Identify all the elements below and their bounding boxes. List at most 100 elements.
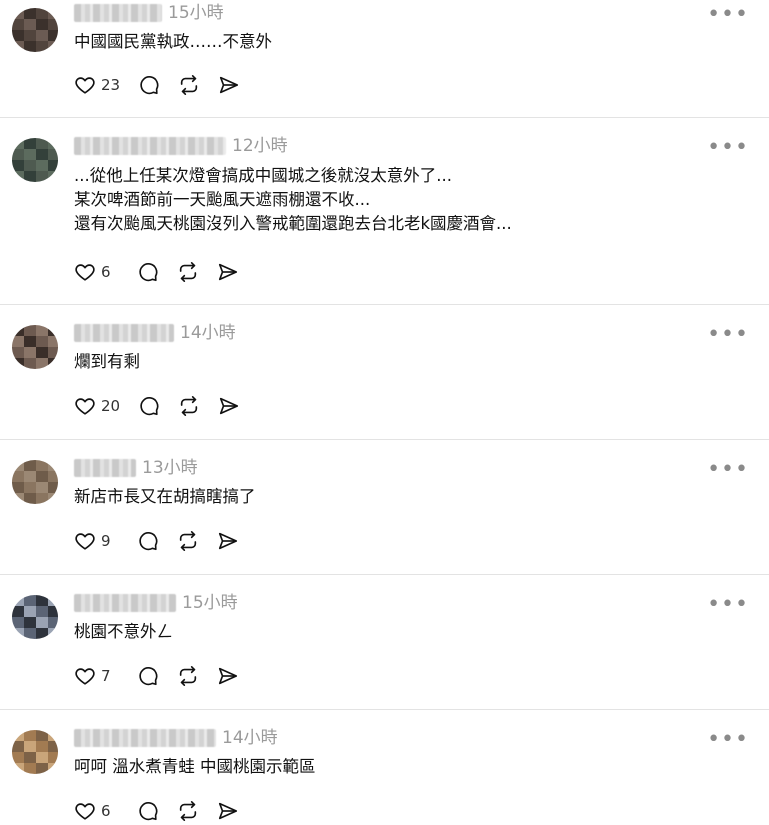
action-bar: 9 <box>74 529 257 553</box>
repost-button[interactable] <box>177 261 199 283</box>
username-blurred[interactable] <box>74 594 176 612</box>
reply-button[interactable] <box>137 665 159 687</box>
timestamp: 13小時 <box>142 458 198 478</box>
avatar-pixel <box>12 493 24 504</box>
comment-icon <box>140 76 159 95</box>
avatar-pixel <box>24 763 36 774</box>
avatar-pixel <box>48 763 58 774</box>
share-button[interactable] <box>217 530 239 552</box>
timestamp: 14小時 <box>180 323 236 343</box>
reply-button[interactable] <box>137 530 159 552</box>
timestamp: 15小時 <box>182 593 238 613</box>
more-options-icon[interactable]: ••• <box>707 459 749 481</box>
avatar-pixel <box>12 171 24 182</box>
reply-post: 14小時 ••• 爛到有剩 20 <box>0 305 769 440</box>
repost-button[interactable] <box>178 395 200 417</box>
share-button[interactable] <box>217 261 239 283</box>
more-options-icon[interactable]: ••• <box>707 729 749 751</box>
like-count: 7 <box>101 667 111 685</box>
more-options-icon[interactable]: ••• <box>707 137 749 159</box>
avatar-pixel <box>36 763 48 774</box>
reply-text: ...從他上任某次燈會搞成中國城之後就沒太意外了... 某次啤酒節前一天颱風天遮… <box>74 166 512 233</box>
like-count: 23 <box>101 76 121 94</box>
avatar-pixel <box>48 358 58 369</box>
avatar[interactable] <box>12 460 58 504</box>
avatar-pixel <box>36 41 48 52</box>
comment-icon <box>139 802 158 821</box>
reply-button[interactable] <box>138 74 160 96</box>
repost-icon <box>180 396 198 416</box>
avatar-pixel <box>48 171 58 182</box>
username-blurred[interactable] <box>74 324 174 342</box>
avatar-pixel <box>12 628 24 639</box>
username-blurred[interactable] <box>74 137 226 155</box>
avatar-pixel <box>36 493 48 504</box>
avatar[interactable] <box>12 325 58 369</box>
avatar-pixel <box>36 171 48 182</box>
like-count: 6 <box>101 263 111 281</box>
avatar-pixel <box>36 358 48 369</box>
like-button[interactable]: 7 <box>74 665 119 687</box>
heart-icon <box>75 77 95 94</box>
share-button[interactable] <box>217 665 239 687</box>
username-blurred[interactable] <box>74 4 162 22</box>
avatar-pixel <box>24 493 36 504</box>
avatar[interactable] <box>12 138 58 182</box>
action-bar: 6 <box>74 799 257 823</box>
timestamp: 15小時 <box>168 3 224 23</box>
send-icon <box>218 802 238 820</box>
avatar-pixel <box>24 41 36 52</box>
action-bar: 23 <box>74 73 258 97</box>
like-button[interactable]: 6 <box>74 261 119 283</box>
more-options-icon[interactable]: ••• <box>707 324 749 346</box>
repost-icon <box>180 75 198 95</box>
like-button[interactable]: 6 <box>74 800 119 822</box>
reply-post: 12小時 ••• ...從他上任某次燈會搞成中國城之後就沒太意外了... 某次啤… <box>0 118 769 305</box>
avatar-pixel <box>48 493 58 504</box>
heart-icon <box>75 398 95 415</box>
reply-text: 中國國民黨執政……不意外 <box>74 32 272 51</box>
action-bar: 7 <box>74 664 257 688</box>
send-icon <box>218 667 238 685</box>
like-count: 9 <box>101 532 111 550</box>
reply-button[interactable] <box>137 800 159 822</box>
like-button[interactable]: 9 <box>74 530 119 552</box>
reply-button[interactable] <box>138 395 160 417</box>
avatar-pixel <box>24 171 36 182</box>
reply-button[interactable] <box>137 261 159 283</box>
send-icon <box>218 263 238 281</box>
like-count: 20 <box>101 397 121 415</box>
avatar-pixel <box>48 628 58 639</box>
timestamp: 14小時 <box>222 728 278 748</box>
share-button[interactable] <box>217 800 239 822</box>
avatar-pixel <box>24 628 36 639</box>
heart-icon <box>75 668 95 685</box>
share-button[interactable] <box>218 395 240 417</box>
action-bar: 20 <box>74 394 258 418</box>
username-blurred[interactable] <box>74 729 216 747</box>
like-button[interactable]: 20 <box>74 395 120 417</box>
reply-text: 桃園不意外ㄥ <box>74 622 173 641</box>
comment-icon <box>139 263 158 282</box>
avatar-pixel <box>12 41 24 52</box>
share-button[interactable] <box>218 74 240 96</box>
avatar[interactable] <box>12 595 58 639</box>
repost-icon <box>179 531 197 551</box>
repost-button[interactable] <box>177 800 199 822</box>
more-options-icon[interactable]: ••• <box>707 594 749 616</box>
username-blurred[interactable] <box>74 459 136 477</box>
comment-icon <box>140 397 159 416</box>
like-button[interactable]: 23 <box>74 74 120 96</box>
repost-button[interactable] <box>177 665 199 687</box>
reply-post: 15小時 ••• 中國國民黨執政……不意外 23 <box>0 0 769 118</box>
reply-text: 爛到有剩 <box>74 352 140 371</box>
avatar-pixel <box>36 628 48 639</box>
heart-icon <box>75 533 95 550</box>
repost-button[interactable] <box>177 530 199 552</box>
avatar[interactable] <box>12 730 58 774</box>
action-bar: 6 <box>74 260 257 284</box>
more-options-icon[interactable]: ••• <box>707 4 749 26</box>
repost-button[interactable] <box>178 74 200 96</box>
repost-icon <box>179 666 197 686</box>
avatar[interactable] <box>12 8 58 52</box>
